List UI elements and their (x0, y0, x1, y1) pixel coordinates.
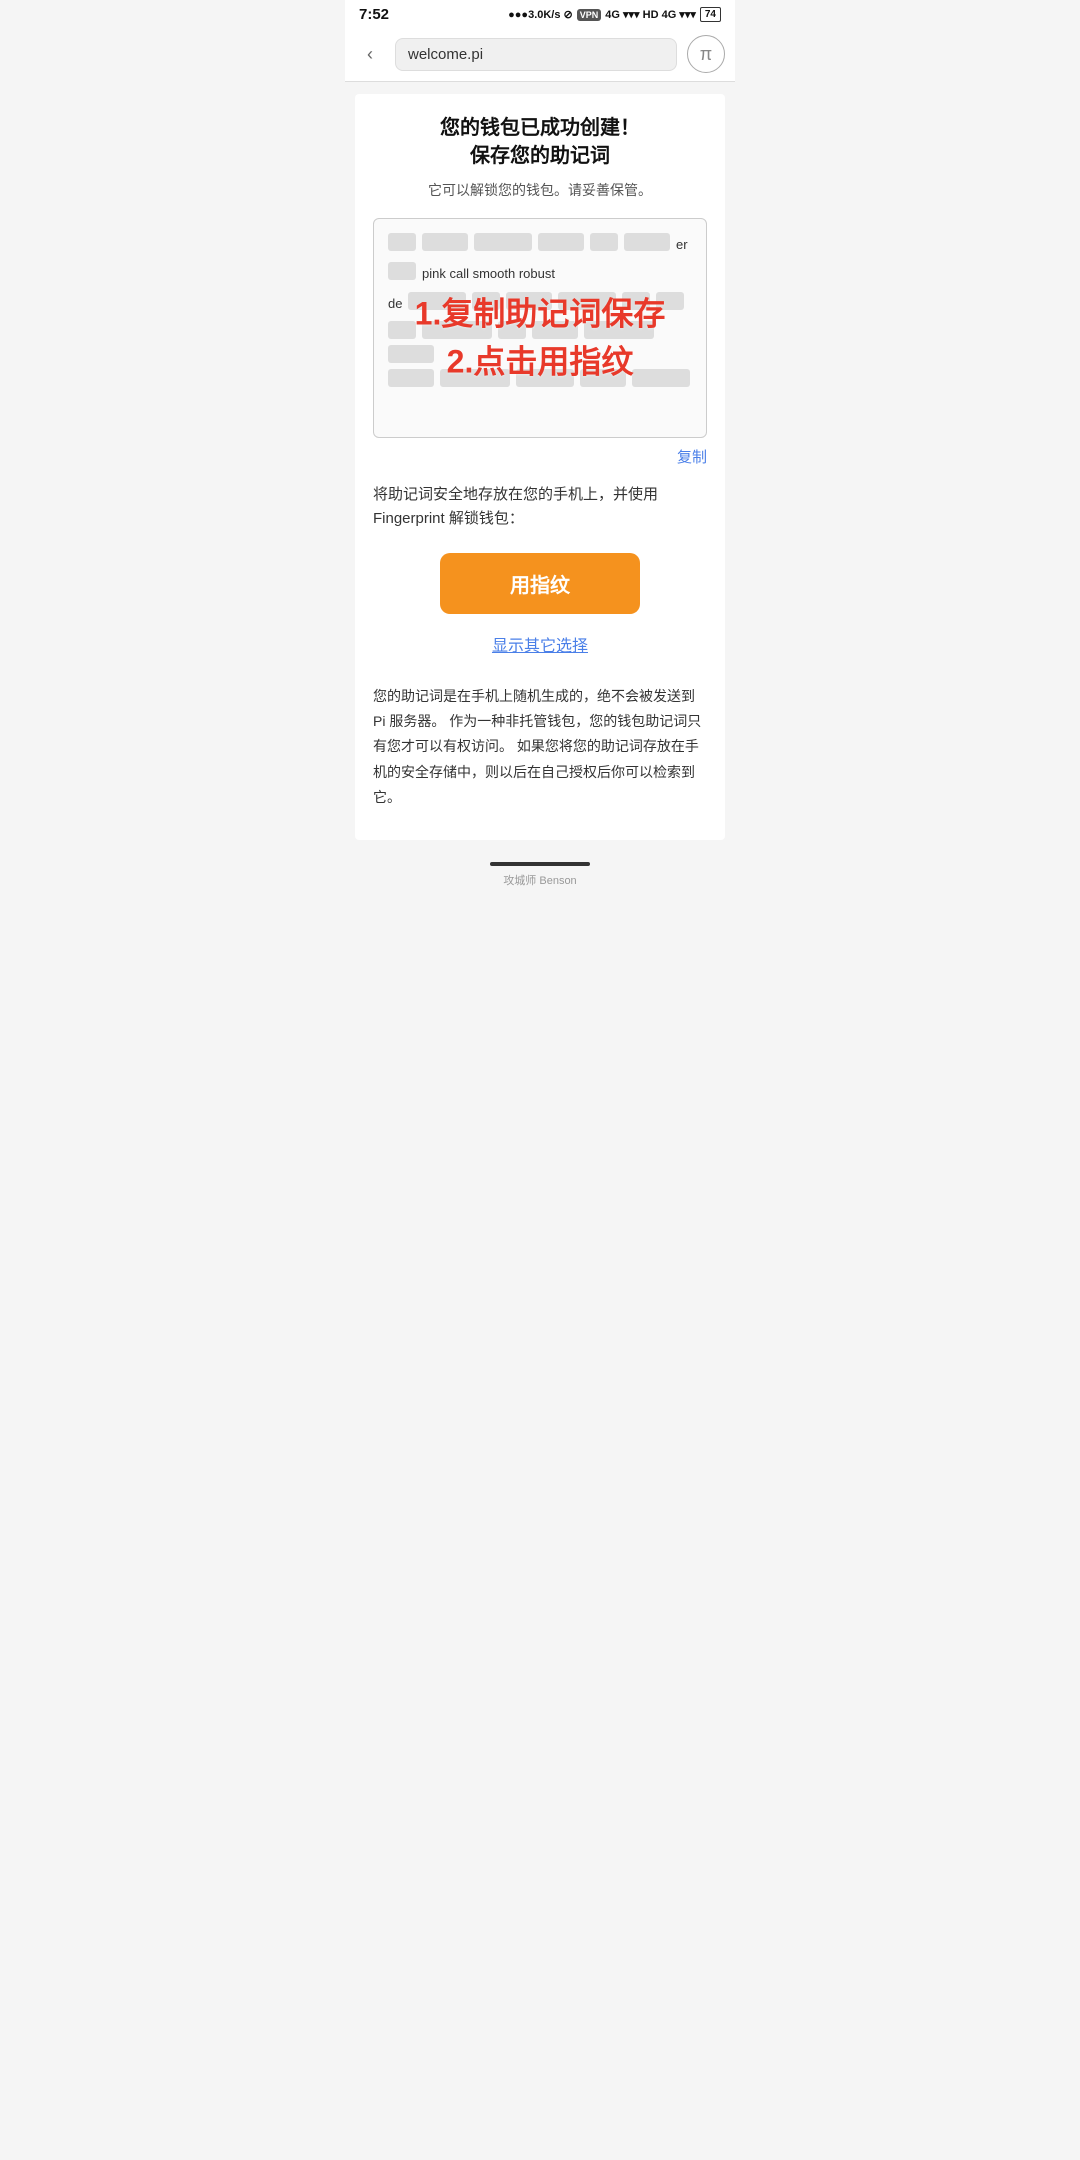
back-icon: ‹ (367, 44, 373, 65)
bottom-bar: 攻城师 Benson (345, 852, 735, 896)
signal-indicator: ●●●3.0K/s ⊘ (508, 8, 573, 21)
status-time: 7:52 (359, 6, 389, 23)
vpn-badge: VPN (577, 9, 602, 21)
word-block (516, 369, 574, 387)
word-block (498, 321, 526, 339)
pi-logo-button[interactable]: π (687, 35, 725, 73)
footer-note: 您的助记词是在手机上随机生成的，绝不会被发送到Pi 服务器。 作为一种非托管钱包… (373, 684, 707, 810)
mnemonic-row-2: pink call smooth robust (388, 262, 692, 285)
word-block (472, 292, 500, 310)
status-bar: 7:52 ●●●3.0K/s ⊘ VPN 4G ▾▾▾ HD 4G ▾▾▾ 74 (345, 0, 735, 27)
fingerprint-button[interactable]: 用指纹 (440, 553, 640, 614)
back-button[interactable]: ‹ (355, 39, 385, 69)
mnemonic-words: er pink call smooth robust de (388, 233, 692, 387)
word-block (388, 321, 416, 339)
home-indicator[interactable] (490, 862, 590, 866)
mnemonic-row-4 (388, 321, 692, 363)
word-block (422, 233, 468, 251)
page-content: 您的钱包已成功创建！保存您的助记词 它可以解锁您的钱包。请妥善保管。 er pi… (355, 94, 725, 840)
browser-bar: ‹ welcome.pi π (345, 27, 735, 82)
copy-link[interactable]: 复制 (373, 446, 707, 467)
mnemonic-row-5 (388, 369, 692, 387)
word-block (580, 369, 626, 387)
word-block (584, 321, 654, 339)
status-right: ●●●3.0K/s ⊘ VPN 4G ▾▾▾ HD 4G ▾▾▾ 74 (508, 7, 721, 22)
word-block (590, 233, 618, 251)
page-title: 您的钱包已成功创建！保存您的助记词 (373, 114, 707, 170)
word-block (558, 292, 616, 310)
word-block (622, 292, 650, 310)
word-block (656, 292, 684, 310)
word-block (388, 233, 416, 251)
mnemonic-row-3: de (388, 292, 692, 315)
url-bar[interactable]: welcome.pi (395, 38, 677, 71)
instruction-text: 将助记词安全地存放在您的手机上，并使用Fingerprint 解锁钱包： (373, 483, 707, 531)
word-block (632, 369, 690, 387)
word-block (388, 262, 416, 280)
mnemonic-box: er pink call smooth robust de (373, 218, 707, 438)
visible-word: er (676, 233, 688, 256)
word-block (408, 292, 466, 310)
show-options-link[interactable]: 显示其它选择 (373, 632, 707, 656)
watermark: 攻城师 Benson (345, 872, 735, 888)
visible-words: pink call smooth robust (422, 262, 555, 285)
visible-word: de (388, 292, 402, 315)
word-block (440, 369, 510, 387)
word-block (538, 233, 584, 251)
pi-symbol: π (700, 44, 712, 65)
word-block (388, 345, 434, 363)
word-block (506, 292, 552, 310)
word-block (422, 321, 492, 339)
word-block (388, 369, 434, 387)
mnemonic-row-1: er (388, 233, 692, 256)
word-block (532, 321, 578, 339)
word-block (474, 233, 532, 251)
battery-indicator: 74 (700, 7, 721, 22)
network-indicator: 4G ▾▾▾ HD 4G ▾▾▾ (605, 8, 696, 21)
page-subtitle: 它可以解锁您的钱包。请妥善保管。 (373, 180, 707, 200)
word-block (624, 233, 670, 251)
